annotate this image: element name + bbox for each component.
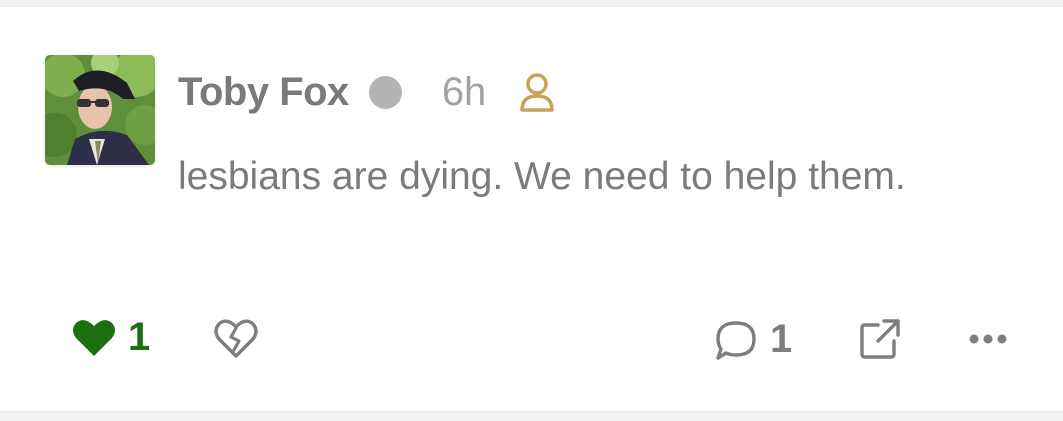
post-card: Toby Fox 6h lesbians are dying. We need … — [0, 6, 1063, 412]
post-time[interactable]: 6h — [442, 70, 487, 115]
like-button[interactable]: 1 — [72, 315, 150, 360]
external-link-icon — [860, 319, 900, 359]
heart-icon — [73, 319, 115, 356]
author-name[interactable]: Toby Fox — [178, 70, 349, 115]
author-avatar[interactable] — [45, 55, 155, 165]
status-dot-icon — [368, 75, 402, 109]
like-count: 1 — [128, 315, 151, 359]
avatar-image — [45, 55, 155, 165]
broken-heart-icon — [214, 319, 258, 358]
comment-count: 1 — [770, 317, 793, 361]
more-dots-icon — [969, 334, 1007, 344]
post-text: lesbians are dying. We need to help them… — [178, 155, 906, 198]
comment-bubble-icon — [716, 320, 756, 360]
share-button[interactable] — [858, 317, 902, 361]
user-icon[interactable] — [518, 72, 556, 112]
more-button[interactable] — [968, 332, 1008, 346]
comment-button[interactable]: 1 — [714, 317, 792, 362]
post-header: Toby Fox 6h — [178, 67, 556, 117]
dislike-button[interactable] — [214, 319, 258, 359]
